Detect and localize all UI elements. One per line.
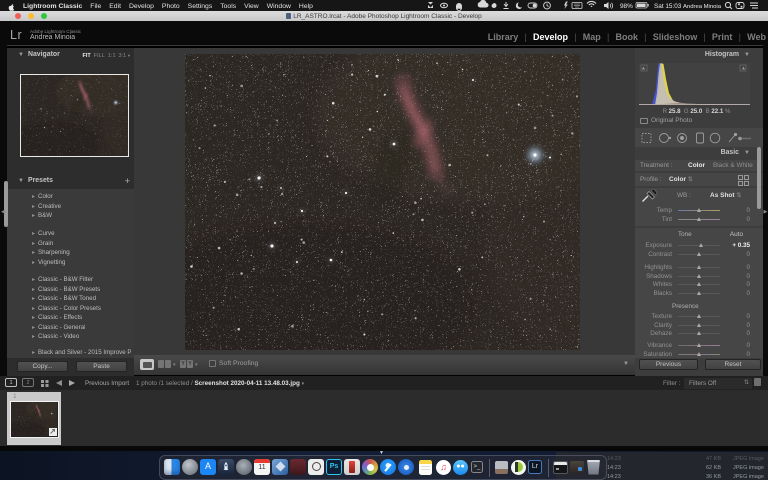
svg-text:Sat 15:03: Sat 15:03 bbox=[654, 3, 682, 10]
svg-text:98%: 98% bbox=[620, 3, 633, 10]
svg-text:Andrea Minoia: Andrea Minoia bbox=[683, 4, 722, 10]
